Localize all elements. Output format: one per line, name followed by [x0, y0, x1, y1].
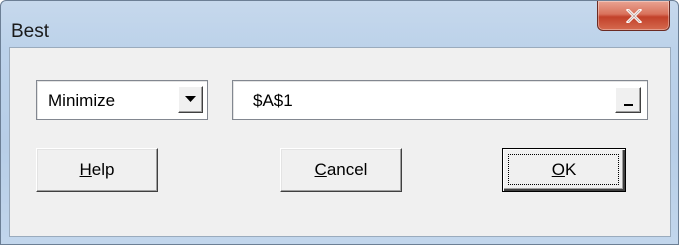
- help-button-label: Help: [79, 160, 115, 179]
- cell-reference-input[interactable]: $A$1: [232, 80, 648, 120]
- collapse-dialog-icon: [624, 104, 633, 106]
- window-title: Best: [11, 21, 50, 42]
- title-bar[interactable]: Best: [1, 1, 678, 45]
- dialog-body: Minimize $A$1 Help Cancel OK: [9, 47, 671, 237]
- objective-select-value: Minimize: [48, 91, 116, 110]
- cancel-button[interactable]: Cancel: [280, 148, 402, 192]
- ok-button-label: OK: [551, 160, 577, 179]
- dialog-window: Best Minimize $A$1 Help Cancel OK: [0, 0, 679, 245]
- close-button[interactable]: [597, 1, 670, 31]
- ok-button[interactable]: OK: [502, 148, 626, 192]
- cancel-button-label: Cancel: [314, 160, 368, 179]
- collapse-dialog-button[interactable]: [615, 87, 641, 113]
- chevron-down-icon: [185, 96, 196, 102]
- help-button[interactable]: Help: [36, 148, 158, 192]
- dropdown-button[interactable]: [178, 86, 203, 113]
- close-icon: [625, 8, 642, 23]
- cell-reference-value: $A$1: [253, 91, 293, 110]
- objective-select[interactable]: Minimize: [36, 80, 208, 120]
